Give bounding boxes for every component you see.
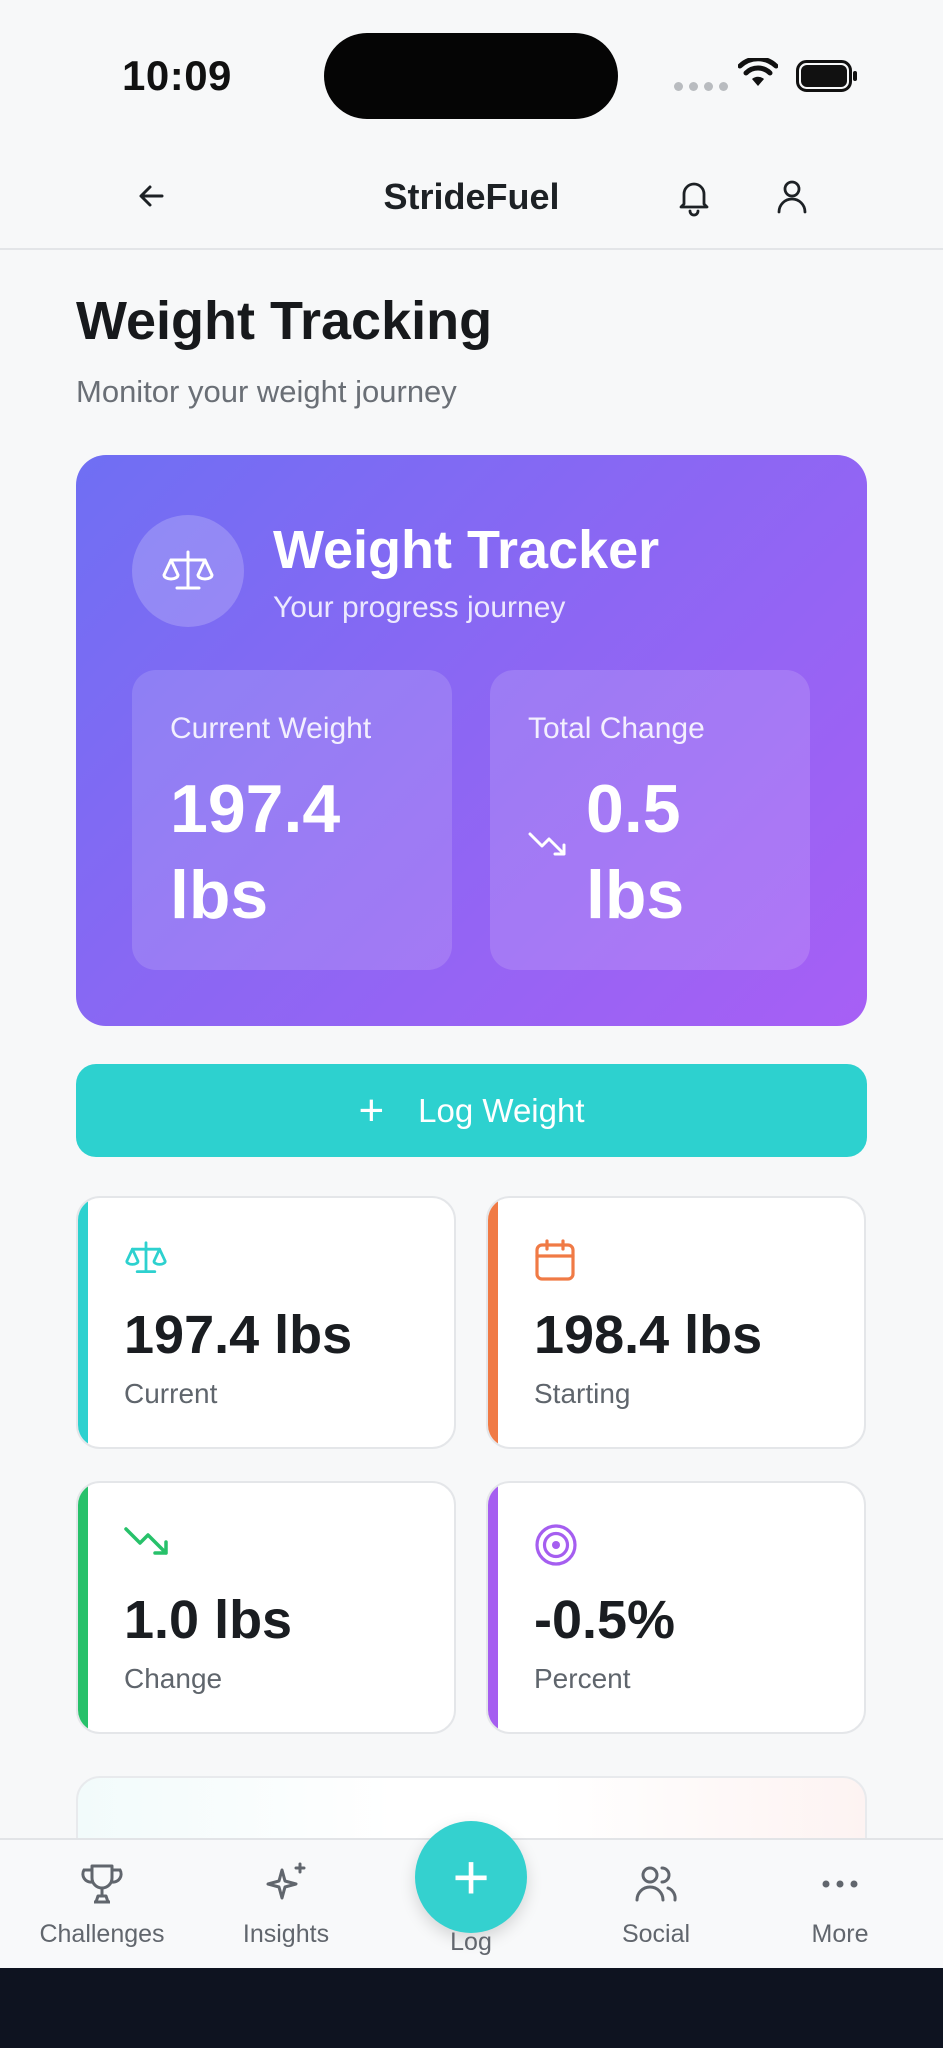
stat-value: 198.4 lbs: [534, 1305, 763, 1365]
dynamic-island: [324, 33, 618, 119]
total-change-panel: Total Change 0.5 lbs: [490, 670, 810, 970]
stat-caption: Starting: [534, 1378, 631, 1409]
scale-icon: [132, 515, 244, 627]
nav-label-log: Log: [450, 1928, 492, 1956]
stat-caption: Current: [124, 1378, 218, 1409]
current-weight-panel: Current Weight 197.4 lbs: [132, 670, 452, 970]
nav-label: More: [811, 1920, 869, 1948]
stat-value: 1.0 lbs: [124, 1590, 293, 1650]
status-bar: 10:09: [0, 0, 943, 150]
trophy-icon: [81, 1864, 123, 1904]
stat-caption: Percent: [534, 1663, 631, 1694]
nav-item-social[interactable]: Social: [576, 1860, 736, 1949]
current-weight-unit: lbs: [170, 857, 269, 933]
stat-card-current: 197.4 lbs Current: [76, 1196, 456, 1449]
wifi-icon: [738, 58, 778, 86]
app-title: StrideFuel: [383, 176, 560, 217]
nav-label: Challenges: [39, 1920, 165, 1948]
total-change-value: 0.5: [586, 771, 681, 847]
app-header: StrideFuel: [0, 150, 943, 250]
total-change-unit: lbs: [586, 857, 685, 933]
home-indicator-bar: [0, 1968, 943, 2048]
bell-icon[interactable]: [672, 174, 716, 218]
nav-item-more[interactable]: More: [760, 1860, 920, 1949]
log-weight-label: Log Weight: [418, 1091, 585, 1129]
stat-value: -0.5%: [534, 1590, 676, 1650]
stat-caption: Change: [124, 1663, 223, 1694]
user-icon[interactable]: [770, 174, 814, 218]
stat-card-percent: -0.5% Percent: [486, 1481, 866, 1734]
calendar-icon: [535, 1239, 575, 1281]
sparkles-icon: [266, 1862, 306, 1900]
battery-icon: [796, 60, 857, 92]
current-weight-label: Current Weight: [170, 712, 372, 745]
hero-title: Weight Tracker: [273, 520, 660, 580]
log-fab-button[interactable]: +: [415, 1821, 527, 1933]
trending-down-icon: [124, 1527, 168, 1555]
plus-icon: +: [358, 1085, 385, 1135]
users-icon: [635, 1866, 677, 1902]
stat-value: 197.4 lbs: [124, 1305, 353, 1365]
nav-item-challenges[interactable]: Challenges: [22, 1860, 182, 1949]
weight-tracker-card: Weight Tracker Your progress journey Cur…: [76, 455, 867, 1026]
cellular-signal-icon: [674, 82, 728, 91]
page-subtitle: Monitor your weight journey: [76, 374, 457, 409]
stat-card-starting: 198.4 lbs Starting: [486, 1196, 866, 1449]
nav-item-insights[interactable]: Insights: [206, 1860, 366, 1949]
more-dots-icon: [822, 1880, 858, 1888]
current-weight-value: 197.4: [170, 771, 341, 847]
total-change-label: Total Change: [528, 712, 705, 745]
status-time: 10:09: [122, 52, 232, 99]
page-title: Weight Tracking: [76, 291, 493, 351]
scale-icon: [125, 1241, 167, 1273]
log-weight-button[interactable]: + Log Weight: [76, 1064, 867, 1157]
trending-down-icon: [528, 832, 566, 856]
hero-subtitle: Your progress journey: [273, 591, 566, 624]
stat-card-change: 1.0 lbs Change: [76, 1481, 456, 1734]
nav-label: Insights: [242, 1920, 330, 1948]
target-icon: [535, 1524, 577, 1566]
plus-icon: +: [452, 1841, 490, 1913]
nav-label: Social: [621, 1920, 691, 1948]
